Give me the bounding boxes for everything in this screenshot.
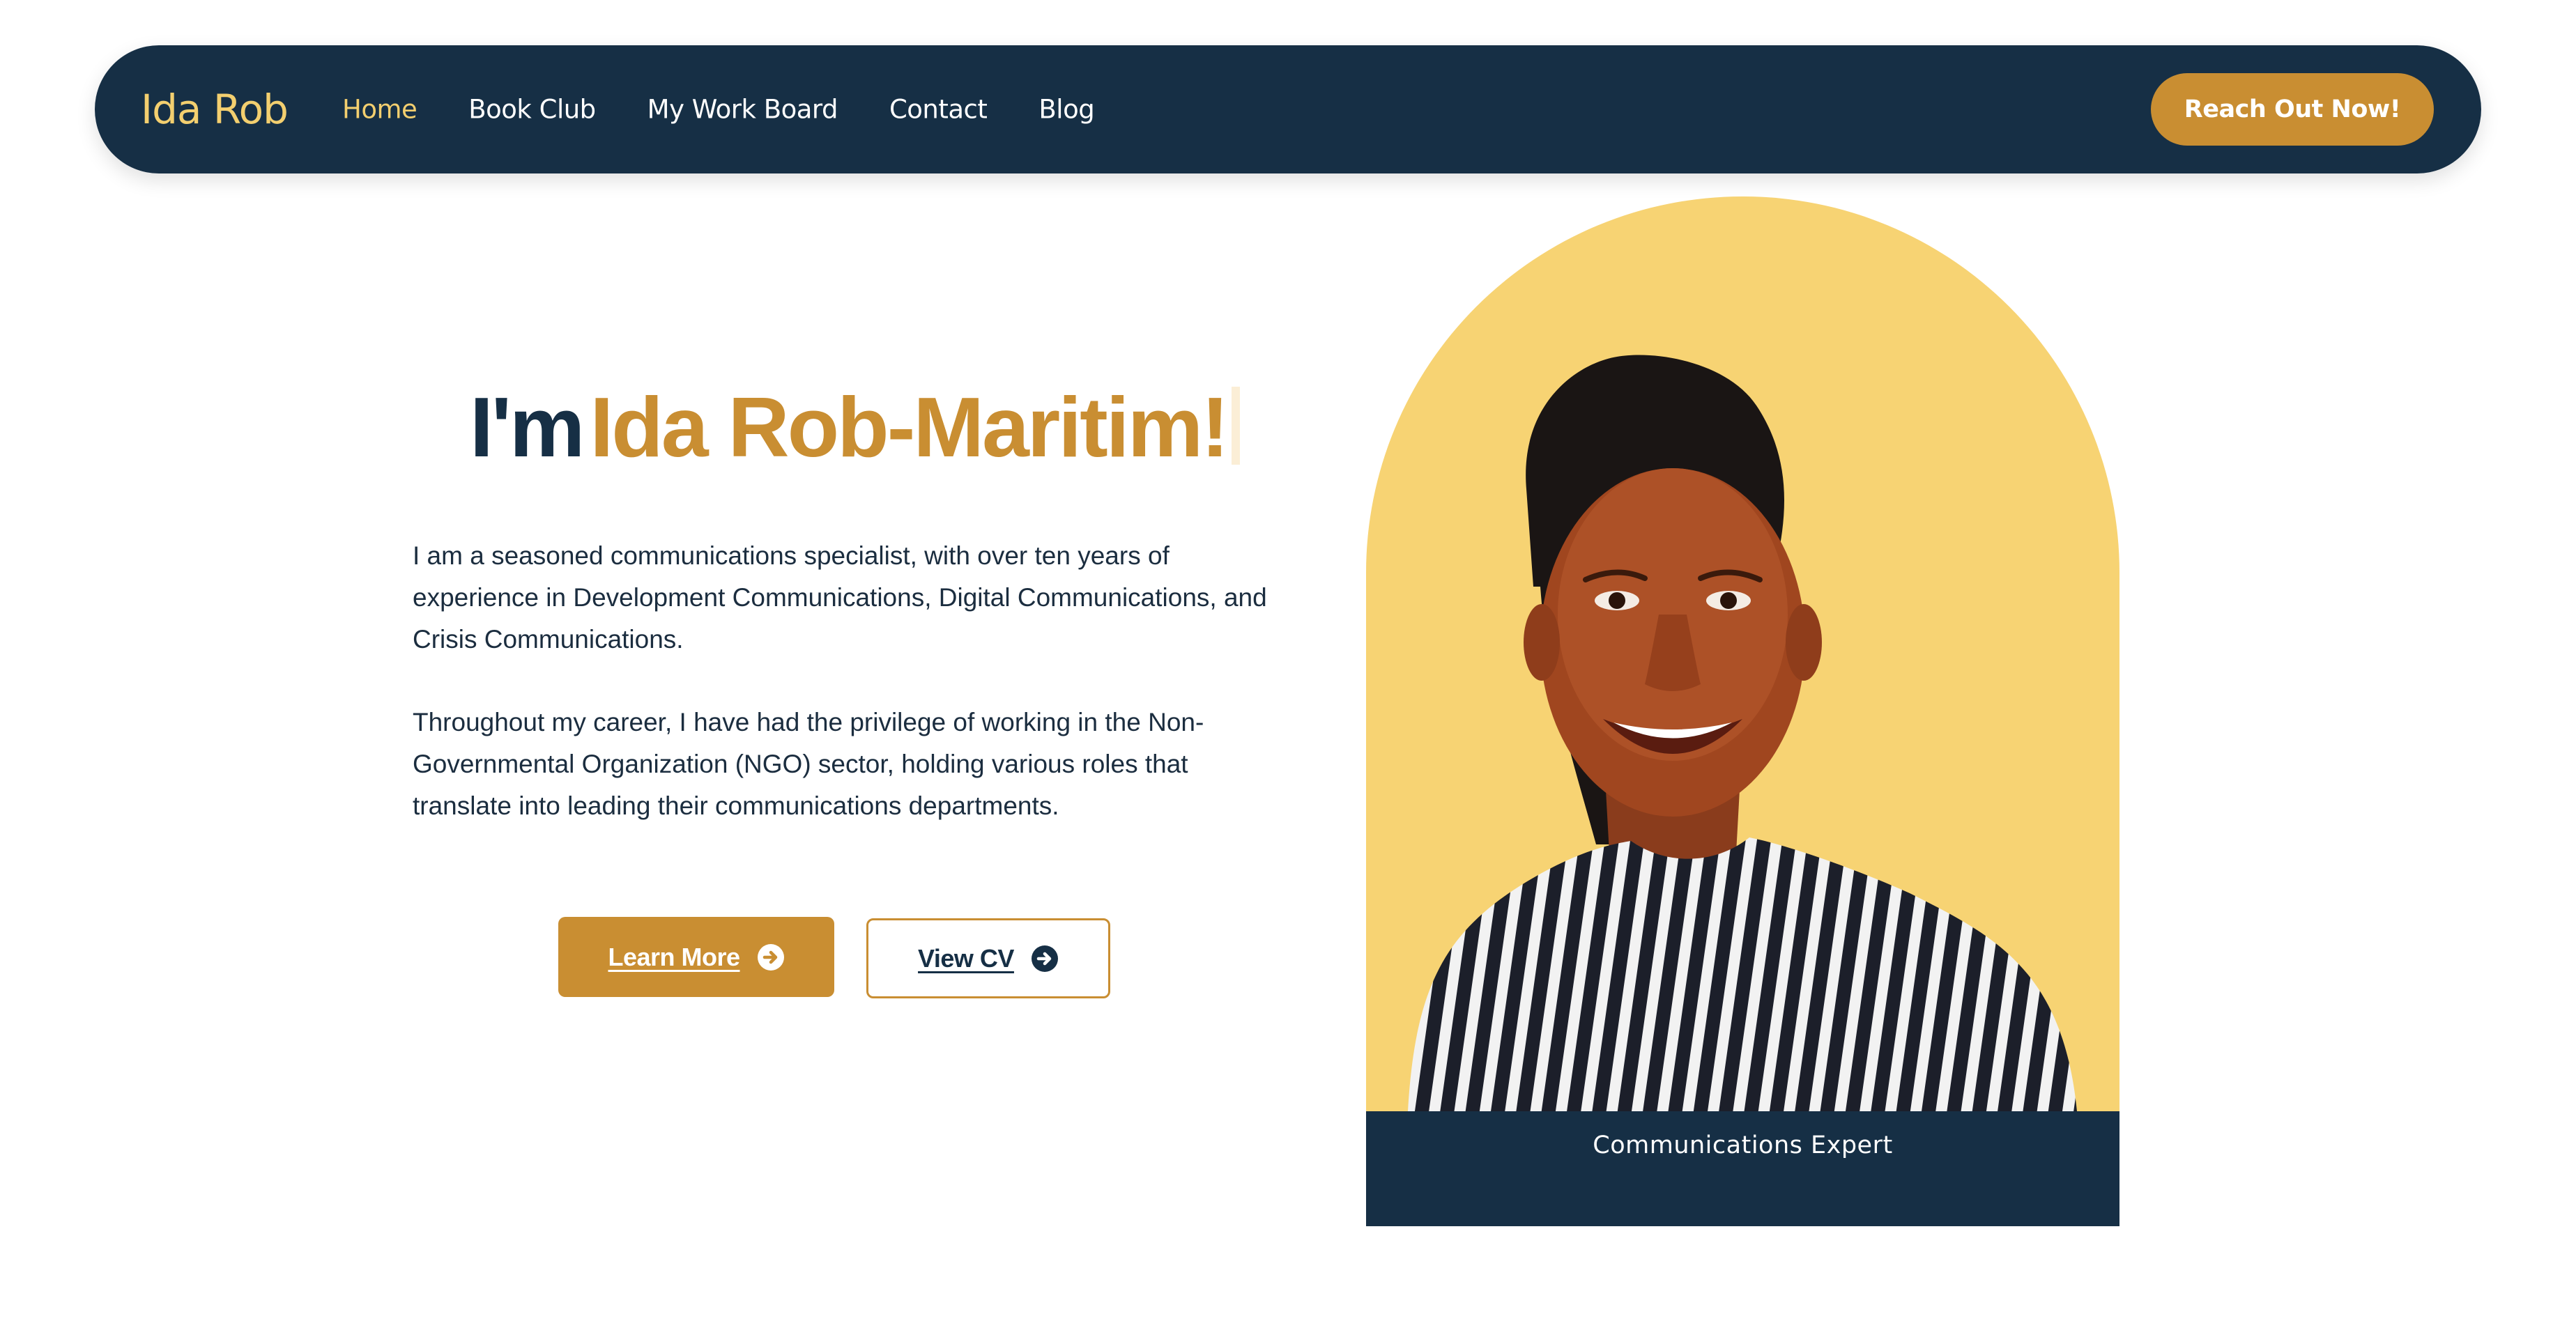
learn-more-button[interactable]: Learn More xyxy=(558,917,834,997)
view-cv-button[interactable]: View CV xyxy=(866,918,1110,998)
view-cv-label: View CV xyxy=(918,943,1014,973)
nav-link-blog[interactable]: Blog xyxy=(1038,95,1094,125)
nav-link-book-club[interactable]: Book Club xyxy=(468,95,596,125)
portrait-photo xyxy=(1408,355,2077,1111)
intro-paragraph-1: I am a seasoned communications specialis… xyxy=(413,541,1267,654)
portrait-caption: Communications Expert xyxy=(1366,1111,2119,1226)
typing-cursor xyxy=(1231,387,1240,465)
arrow-circle-right-icon xyxy=(1031,945,1058,972)
portrait-frame xyxy=(1366,196,2119,1111)
hero-title-prefix: I'm xyxy=(470,380,585,474)
hero-title-name: Ida Rob-Maritim! xyxy=(590,380,1229,474)
nav-link-contact[interactable]: Contact xyxy=(889,95,988,125)
nav-links: Home Book Club My Work Board Contact Blo… xyxy=(342,95,1146,125)
intro-paragraph-2: Throughout my career, I have had the pri… xyxy=(413,708,1204,820)
arrow-circle-right-icon xyxy=(757,943,784,971)
learn-more-label: Learn More xyxy=(608,942,740,971)
reach-out-button[interactable]: Reach Out Now! xyxy=(2151,73,2434,146)
top-navbar: Ida Rob Home Book Club My Work Board Con… xyxy=(95,45,2481,173)
hero-title: I'mIda Rob-Maritim! xyxy=(470,385,1240,470)
brand-logo[interactable]: Ida Rob xyxy=(141,86,289,133)
nav-link-my-work-board[interactable]: My Work Board xyxy=(647,95,838,125)
nav-link-home[interactable]: Home xyxy=(342,95,417,125)
